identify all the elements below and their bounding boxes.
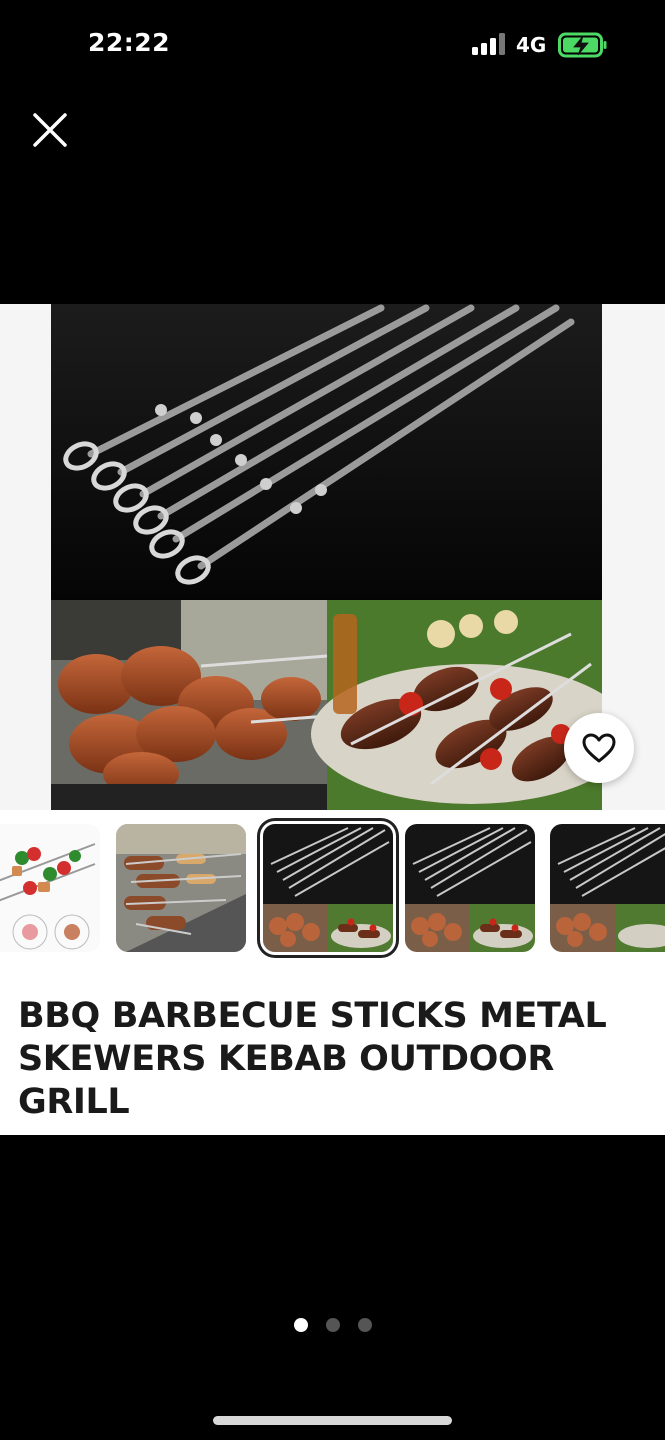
page-indicator [0, 1318, 665, 1336]
page-dot-3[interactable] [357, 1318, 372, 1332]
product-title-block: BBQ BARBECUE STICKS METAL SKEWERS KEBAB … [0, 965, 665, 1135]
thumbnail-image [0, 824, 100, 952]
status-time: 22:22 [88, 28, 171, 57]
network-label: 4G [516, 33, 547, 57]
status-bar: 22:22 4G [0, 0, 665, 90]
thumbnail-image [405, 824, 535, 952]
battery-charging-icon [558, 32, 607, 58]
heart-outline-icon [582, 733, 616, 763]
thumbnail-image [550, 824, 665, 952]
thumbnail-strip[interactable] [0, 810, 665, 965]
thumbnail-2[interactable] [116, 824, 246, 952]
close-icon [33, 113, 67, 147]
thumbnail-image [263, 824, 393, 952]
close-button[interactable] [26, 106, 74, 154]
thumbnail-5[interactable] [550, 824, 665, 952]
product-title: BBQ BARBECUE STICKS METAL SKEWERS KEBAB … [18, 996, 607, 1122]
thumbnail-3[interactable] [263, 824, 393, 952]
page-dot-2[interactable] [325, 1318, 340, 1332]
home-indicator[interactable] [213, 1416, 452, 1425]
thumbnail-image [116, 824, 246, 952]
product-main-image[interactable] [51, 304, 602, 810]
signal-bars-icon [472, 33, 505, 55]
product-gallery[interactable] [0, 304, 665, 810]
page-dot-1[interactable] [293, 1318, 308, 1332]
thumbnail-4[interactable] [405, 824, 535, 952]
favorite-button[interactable] [564, 713, 634, 783]
thumbnail-1[interactable] [0, 824, 100, 952]
